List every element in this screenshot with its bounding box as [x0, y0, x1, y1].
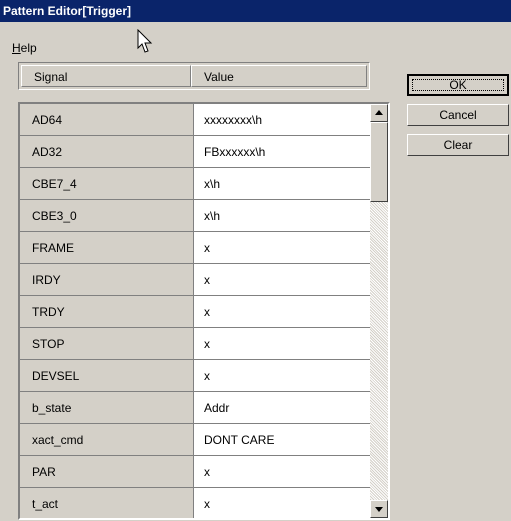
table-row[interactable]: FRAME x — [20, 232, 370, 264]
signal-cell: CBE3_0 — [20, 200, 194, 232]
signal-cell: PAR — [20, 456, 194, 488]
signal-cell: IRDY — [20, 264, 194, 296]
scroll-thumb[interactable] — [370, 122, 388, 202]
value-cell[interactable]: DONT CARE — [194, 424, 370, 456]
value-cell[interactable]: xxxxxxxx\h — [194, 104, 370, 136]
value-cell[interactable]: x\h — [194, 200, 370, 232]
table-row[interactable]: AD32 FBxxxxxx\h — [20, 136, 370, 168]
table-row[interactable]: b_state Addr — [20, 392, 370, 424]
signal-cell: STOP — [20, 328, 194, 360]
signal-cell: xact_cmd — [20, 424, 194, 456]
value-cell[interactable]: x — [194, 456, 370, 488]
value-cell[interactable]: x — [194, 328, 370, 360]
table-row[interactable]: t_act x — [20, 488, 370, 518]
signal-cell: TRDY — [20, 296, 194, 328]
value-cell[interactable]: x — [194, 360, 370, 392]
vertical-scrollbar[interactable] — [370, 104, 388, 518]
signal-table: AD64 xxxxxxxx\h AD32 FBxxxxxx\h CBE7_4 x\h CBE… — [18, 102, 390, 520]
menu-help[interactable]: Help — [12, 41, 37, 55]
signal-cell: b_state — [20, 392, 194, 424]
table-row[interactable]: AD64 xxxxxxxx\h — [20, 104, 370, 136]
table-row[interactable]: IRDY x — [20, 264, 370, 296]
table-row[interactable]: PAR x — [20, 456, 370, 488]
signal-cell: CBE7_4 — [20, 168, 194, 200]
value-cell[interactable]: x — [194, 264, 370, 296]
column-header-value[interactable]: Value — [191, 65, 367, 87]
signal-cell: t_act — [20, 488, 194, 518]
signal-cell: DEVSEL — [20, 360, 194, 392]
clear-button[interactable]: Clear — [407, 134, 509, 156]
arrow-down-icon — [375, 507, 383, 512]
signal-cell: AD64 — [20, 104, 194, 136]
table-row[interactable]: xact_cmd DONT CARE — [20, 424, 370, 456]
value-cell[interactable]: x\h — [194, 168, 370, 200]
table-row[interactable]: TRDY x — [20, 296, 370, 328]
signal-cell: FRAME — [20, 232, 194, 264]
value-cell[interactable]: x — [194, 232, 370, 264]
table-row[interactable]: DEVSEL x — [20, 360, 370, 392]
value-cell[interactable]: x — [194, 296, 370, 328]
scroll-up-button[interactable] — [370, 104, 388, 122]
column-header-signal[interactable]: Signal — [21, 65, 191, 87]
arrow-up-icon — [375, 110, 383, 115]
scroll-down-button[interactable] — [370, 500, 388, 518]
cancel-button[interactable]: Cancel — [407, 104, 509, 126]
table-row[interactable]: CBE3_0 x\h — [20, 200, 370, 232]
value-cell[interactable]: FBxxxxxx\h — [194, 136, 370, 168]
table-row[interactable]: STOP x — [20, 328, 370, 360]
focus-rect — [412, 79, 504, 91]
mouse-pointer-icon — [137, 29, 153, 53]
window-title: Pattern Editor[Trigger] — [0, 0, 511, 22]
table-row[interactable]: CBE7_4 x\h — [20, 168, 370, 200]
menu-bar: Help — [0, 38, 511, 58]
signal-cell: AD32 — [20, 136, 194, 168]
value-cell[interactable]: Addr — [194, 392, 370, 424]
ok-button[interactable]: OK — [407, 74, 509, 96]
value-cell[interactable]: x — [194, 488, 370, 518]
table-header: Signal Value — [18, 62, 370, 90]
